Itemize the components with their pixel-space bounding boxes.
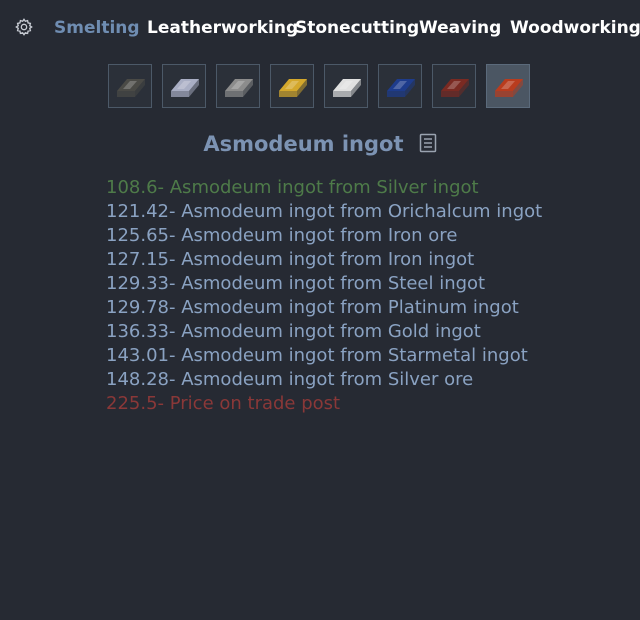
- material-button-asmodeum-ingot[interactable]: [486, 64, 530, 108]
- recipe-item: 125.65- Asmodeum ingot from Iron ore: [106, 225, 458, 246]
- recipe-item: 148.28- Asmodeum ingot from Silver ore: [106, 369, 474, 390]
- starmetal-ingot-icon: [225, 79, 253, 97]
- tab-leatherworking[interactable]: Leatherworking: [147, 16, 298, 40]
- recipe-item: 129.78- Asmodeum ingot from Platinum ing…: [106, 297, 519, 318]
- recipe-item: 121.42- Asmodeum ingot from Orichalcum i…: [106, 201, 543, 222]
- material-button-platinum-ingot[interactable]: [432, 64, 476, 108]
- material-selector: [108, 64, 540, 110]
- top-nav: Smelting Leatherworking Stonecutting Wea…: [0, 0, 640, 56]
- material-button-iron-ingot[interactable]: [108, 64, 152, 108]
- asmodeum-ingot-icon: [495, 79, 523, 97]
- recipe-item: 129.33- Asmodeum ingot from Steel ingot: [106, 273, 486, 294]
- document-icon[interactable]: [419, 133, 437, 153]
- orichalcum-ingot-icon: [387, 79, 415, 97]
- item-header: Asmodeum ingot: [0, 130, 640, 160]
- item-title: Asmodeum ingot: [203, 132, 404, 156]
- iron-ingot-icon: [117, 79, 145, 97]
- gear-icon[interactable]: [14, 17, 34, 37]
- tab-smelting[interactable]: Smelting: [54, 16, 140, 40]
- recipe-item: 108.6- Asmodeum ingot from Silver ingot: [106, 177, 479, 198]
- tab-woodworking[interactable]: Woodworking: [510, 16, 640, 40]
- silver-ingot-icon: [333, 79, 361, 97]
- trade-post-price: 225.5- Price on trade post: [106, 393, 341, 414]
- recipe-item: 136.33- Asmodeum ingot from Gold ingot: [106, 321, 481, 342]
- steel-ingot-icon: [171, 79, 199, 97]
- recipe-list: 108.6- Asmodeum ingot from Silver ingot 1…: [106, 176, 626, 416]
- material-button-steel-ingot[interactable]: [162, 64, 206, 108]
- material-button-silver-ingot[interactable]: [324, 64, 368, 108]
- tab-stonecutting[interactable]: Stonecutting: [295, 16, 419, 40]
- material-button-gold-ingot[interactable]: [270, 64, 314, 108]
- material-button-starmetal-ingot[interactable]: [216, 64, 260, 108]
- recipe-item: 127.15- Asmodeum ingot from Iron ingot: [106, 249, 475, 270]
- gold-ingot-icon: [279, 79, 307, 97]
- platinum-ingot-icon: [441, 79, 469, 97]
- material-button-orichalcum-ingot[interactable]: [378, 64, 422, 108]
- recipe-item: 143.01- Asmodeum ingot from Starmetal in…: [106, 345, 528, 366]
- tab-weaving[interactable]: Weaving: [419, 16, 501, 40]
